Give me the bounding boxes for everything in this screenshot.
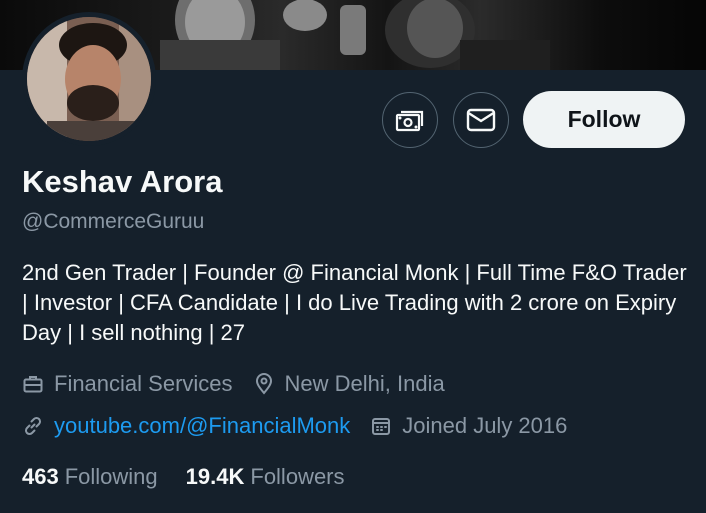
avatar-image [27,17,151,141]
profile-meta-row-2: youtube.com/@FinancialMonk Joined July 2… [22,413,587,439]
following-label: Following [64,464,158,489]
profile-bio: 2nd Gen Trader | Founder @ Financial Mon… [22,260,687,345]
following-stat[interactable]: 463 Following [22,464,158,490]
money-icon [395,105,425,135]
calendar-icon [370,415,392,437]
profile-avatar[interactable] [22,12,156,146]
envelope-icon [466,105,496,135]
website-link[interactable]: youtube.com/@FinancialMonk [54,413,350,439]
joined-label: Joined July 2016 [402,413,568,438]
profile-location: New Delhi, India [253,371,445,397]
tip-button[interactable] [382,92,438,148]
profile-stats: 463 Following 19.4K Followers [22,464,373,490]
profile-website[interactable]: youtube.com/@FinancialMonk [22,413,350,439]
profile-category: Financial Services [22,371,233,397]
location-label: New Delhi, India [284,371,445,396]
following-count: 463 [22,464,59,489]
location-pin-icon [253,373,275,395]
follow-button[interactable]: Follow [523,91,685,148]
category-label: Financial Services [54,371,233,396]
profile-joined: Joined July 2016 [370,413,567,439]
followers-stat[interactable]: 19.4K Followers [186,464,345,490]
profile-meta-row: Financial Services New Delhi, India [22,371,465,397]
link-icon [22,415,44,437]
profile-name: Keshav Arora [22,164,223,199]
profile-handle: @CommerceGuruu [22,210,205,233]
briefcase-icon [22,373,44,395]
followers-count: 19.4K [185,464,245,489]
profile-page: Follow Keshav Arora @CommerceGuruu 2nd G… [0,0,706,513]
message-button[interactable] [453,92,509,148]
followers-label: Followers [250,464,345,489]
